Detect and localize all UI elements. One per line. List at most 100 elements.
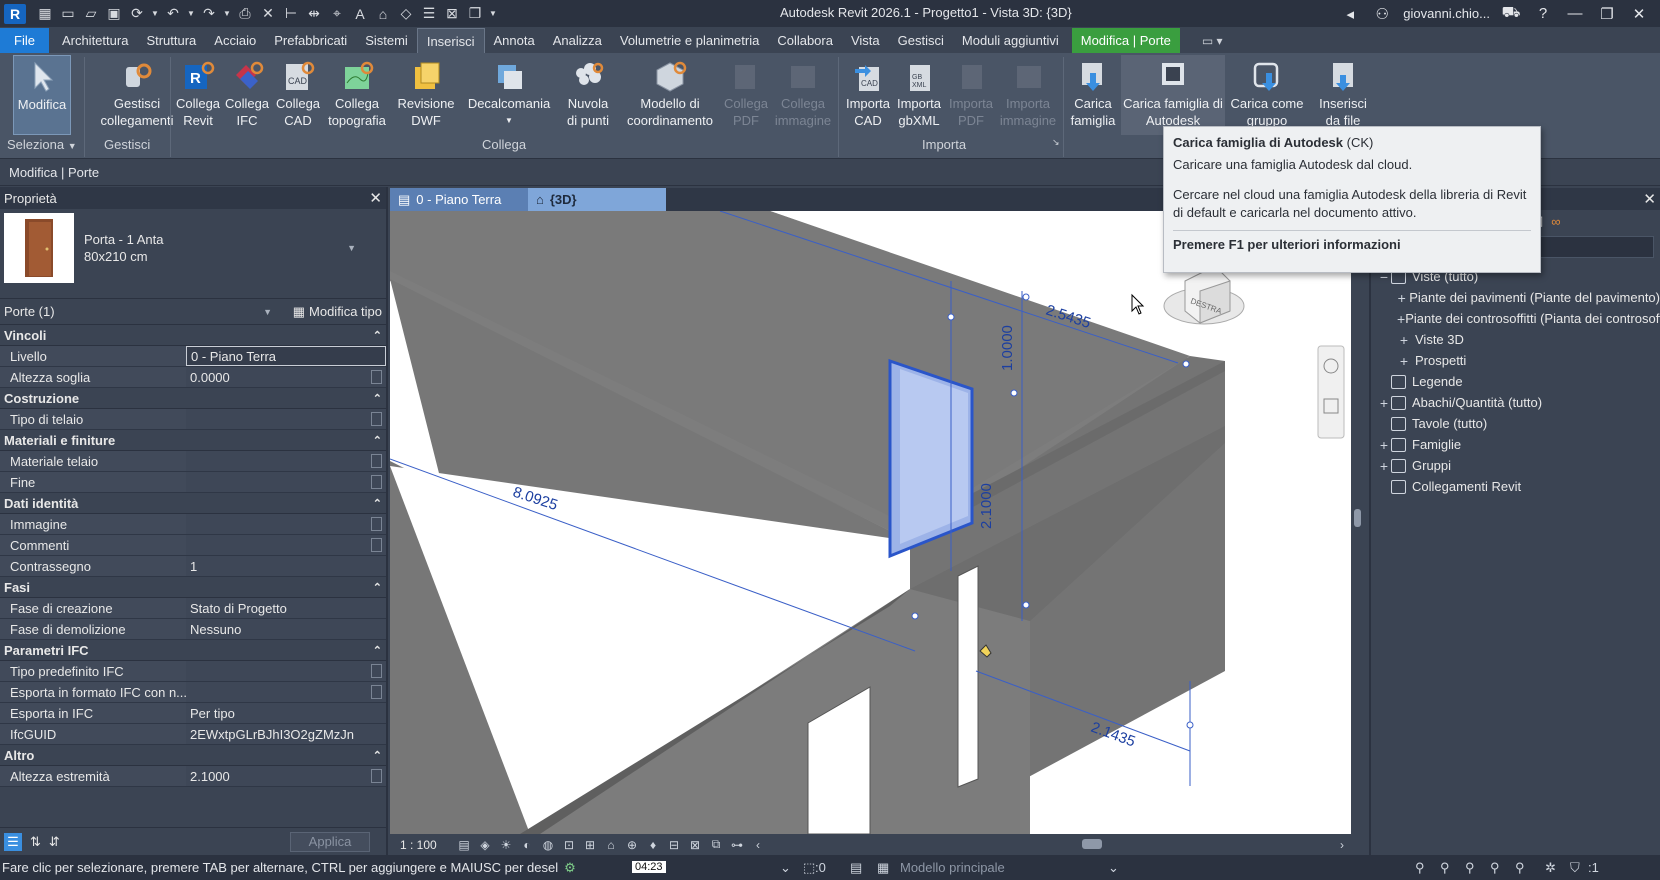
coordination-model-button[interactable]: Modello di coordinamento [622, 55, 718, 135]
chevron-down-icon[interactable]: ▼ [505, 112, 513, 129]
3d-view-canvas[interactable]: 2.5435 1.0000 8.0925 2.1000 2.1435 DESTR… [390, 211, 1351, 834]
property-value[interactable] [186, 535, 386, 555]
associate-parameter-button[interactable] [371, 475, 382, 489]
point-cloud-button[interactable]: Nuvola di punti [561, 55, 615, 135]
group-select[interactable]: Seleziona ▼ [7, 137, 77, 152]
view-scale[interactable]: 1 : 100 [400, 838, 450, 852]
expand-icon[interactable]: + [1397, 332, 1411, 348]
property-value[interactable] [186, 682, 386, 702]
property-category[interactable]: Costruzione ⌃ [0, 388, 386, 409]
redo-icon[interactable]: ↷ [200, 5, 218, 23]
modify-button[interactable]: Modifica [13, 55, 71, 135]
reveal-hidden-icon[interactable]: ♦ [646, 838, 660, 852]
property-category[interactable]: Fasi ⌃ [0, 577, 386, 598]
associate-parameter-button[interactable] [371, 412, 382, 426]
tab-modifica-porte[interactable]: Modifica | Porte [1071, 28, 1180, 53]
help-icon[interactable]: ? [1532, 5, 1554, 22]
select-pinned-icon[interactable]: ⚲ [1465, 860, 1475, 876]
tab-struttura[interactable]: Struttura [137, 28, 205, 53]
property-value[interactable]: Per tipo [186, 703, 386, 723]
expand-icon[interactable]: + [1377, 437, 1391, 453]
property-category[interactable]: Dati identità ⌃ [0, 493, 386, 514]
dimension-label[interactable]: 1.0000 [999, 325, 1016, 371]
manage-links-button[interactable]: Gestisci collegamenti [96, 55, 178, 135]
import-gbxml-button[interactable]: GB XML Importa gbXML [891, 55, 947, 135]
detail-level-icon[interactable]: ▤ [457, 838, 471, 852]
associate-parameter-button[interactable] [371, 664, 382, 678]
measure-icon[interactable]: ⊢ [282, 5, 300, 23]
browser-node[interactable]: Collegamenti Revit [1371, 476, 1660, 497]
browser-node[interactable]: + Piante dei pavimenti (Piante del pavime… [1371, 287, 1660, 308]
load-autodesk-family-button[interactable]: Carica famiglia di Autodesk [1121, 55, 1225, 135]
load-as-group-button[interactable]: Carica come gruppo [1228, 55, 1306, 135]
property-value[interactable]: 2.1000 [186, 766, 386, 786]
browser-node[interactable]: + Piante dei controsoffitti (Pianta dei c… [1371, 308, 1660, 329]
vertical-scrollbar[interactable] [1351, 211, 1365, 834]
scroll-thumb[interactable] [1354, 509, 1361, 527]
dimension-label[interactable]: 2.1000 [978, 483, 995, 529]
visual-style-icon[interactable]: ◈ [478, 838, 492, 852]
type-selector[interactable]: Porta - 1 Anta 80x210 cm ▼ [0, 209, 386, 299]
back-arrow-icon[interactable]: ◂ [1339, 5, 1361, 23]
tab-analizza[interactable]: Analizza [544, 28, 611, 53]
edit-type-button[interactable]: ▦ Modifica tipo [293, 304, 382, 320]
customize-qat-icon[interactable]: ▼ [489, 5, 497, 23]
view-cube[interactable]: DESTRA [1163, 265, 1245, 325]
link-cad-button[interactable]: CAD Collega CAD [271, 55, 325, 135]
tab-annota[interactable]: Annota [485, 28, 544, 53]
expand-icon[interactable]: + [1397, 290, 1407, 306]
property-value[interactable] [186, 472, 386, 492]
load-family-button[interactable]: Carica famiglia [1065, 55, 1121, 135]
workset-icon[interactable]: ⚙ [564, 860, 576, 876]
property-value[interactable]: Nessuno [186, 619, 386, 639]
browser-node[interactable]: + Viste 3D [1371, 329, 1660, 350]
tab-gestisci[interactable]: Gestisci [889, 28, 953, 53]
collapse-icon[interactable]: ⌃ [373, 434, 382, 447]
select-by-face-icon[interactable]: ⚲ [1490, 860, 1500, 876]
chevron-down-icon[interactable]: ▼ [187, 5, 195, 23]
active-model[interactable]: Modello principale [900, 860, 1005, 875]
select-underlay-icon[interactable]: ⚲ [1440, 860, 1450, 876]
lock-view-icon[interactable]: ⌂ [604, 838, 618, 852]
apply-button[interactable]: Applica [290, 831, 370, 852]
property-value[interactable]: Stato di Progetto [186, 598, 386, 618]
sort-descending-icon[interactable]: ⇵ [49, 834, 60, 850]
close-icon[interactable]: ✕ [369, 189, 382, 207]
associate-parameter-button[interactable] [371, 370, 382, 384]
close-icon[interactable]: ✕ [1628, 5, 1650, 23]
drag-on-selection-icon[interactable]: ⚲ [1515, 860, 1525, 876]
view-tab-floor-plan[interactable]: ▤ 0 - Piano Terra [390, 188, 528, 211]
text-icon[interactable]: A [351, 5, 369, 23]
property-value[interactable]: 0.0000 [186, 367, 386, 387]
users-icon[interactable]: ⚇ [1371, 5, 1393, 23]
tab-moduli[interactable]: Moduli aggiuntivi [953, 28, 1068, 53]
property-value[interactable]: 0 - Piano Terra [186, 346, 386, 366]
link-ifc-button[interactable]: Collega IFC [222, 55, 272, 135]
collapse-icon[interactable]: ⌃ [373, 644, 382, 657]
reveal-constraints-icon[interactable]: ⊶ [730, 838, 744, 852]
property-value[interactable]: 2EWxtpGLrBJhI3O2gZMzJn [186, 724, 386, 744]
view-tab-3d[interactable]: ⌂ {3D} [528, 188, 666, 211]
link-icon[interactable]: ∞ [1551, 214, 1560, 229]
property-value[interactable] [186, 661, 386, 681]
tab-volumetrie[interactable]: Volumetrie e planimetria [611, 28, 768, 53]
scroll-right-icon[interactable]: › [1335, 838, 1349, 852]
render-icon[interactable]: ◍ [541, 838, 555, 852]
chevron-down-icon[interactable]: ⌄ [1108, 860, 1119, 876]
horizontal-scroll-thumb[interactable] [1082, 839, 1102, 849]
dialog-launcher-icon[interactable]: ↘ [1052, 137, 1060, 148]
main-model-icon[interactable]: ▦ [877, 860, 889, 876]
shadows-icon[interactable]: ◐ [520, 838, 534, 852]
decal-button[interactable]: Decalcomania ▼ [467, 55, 551, 135]
expand-icon[interactable]: + [1377, 395, 1391, 411]
tag-icon[interactable]: ⌖ [328, 5, 346, 23]
home-icon[interactable]: ▦ [36, 5, 54, 23]
thin-lines-icon[interactable]: ☰ [420, 5, 438, 23]
insert-from-file-button[interactable]: Inserisci da file [1310, 55, 1376, 135]
link-revit-button[interactable]: R Collega Revit [172, 55, 224, 135]
aligned-dimension-icon[interactable]: ⇹ [305, 5, 323, 23]
chevron-down-icon[interactable]: ▼ [151, 5, 159, 23]
user-name[interactable]: giovanni.chio... [1403, 6, 1490, 21]
sort-categorized-icon[interactable]: ☰ [4, 832, 22, 851]
tab-prefabbricati[interactable]: Prefabbricati [265, 28, 356, 53]
